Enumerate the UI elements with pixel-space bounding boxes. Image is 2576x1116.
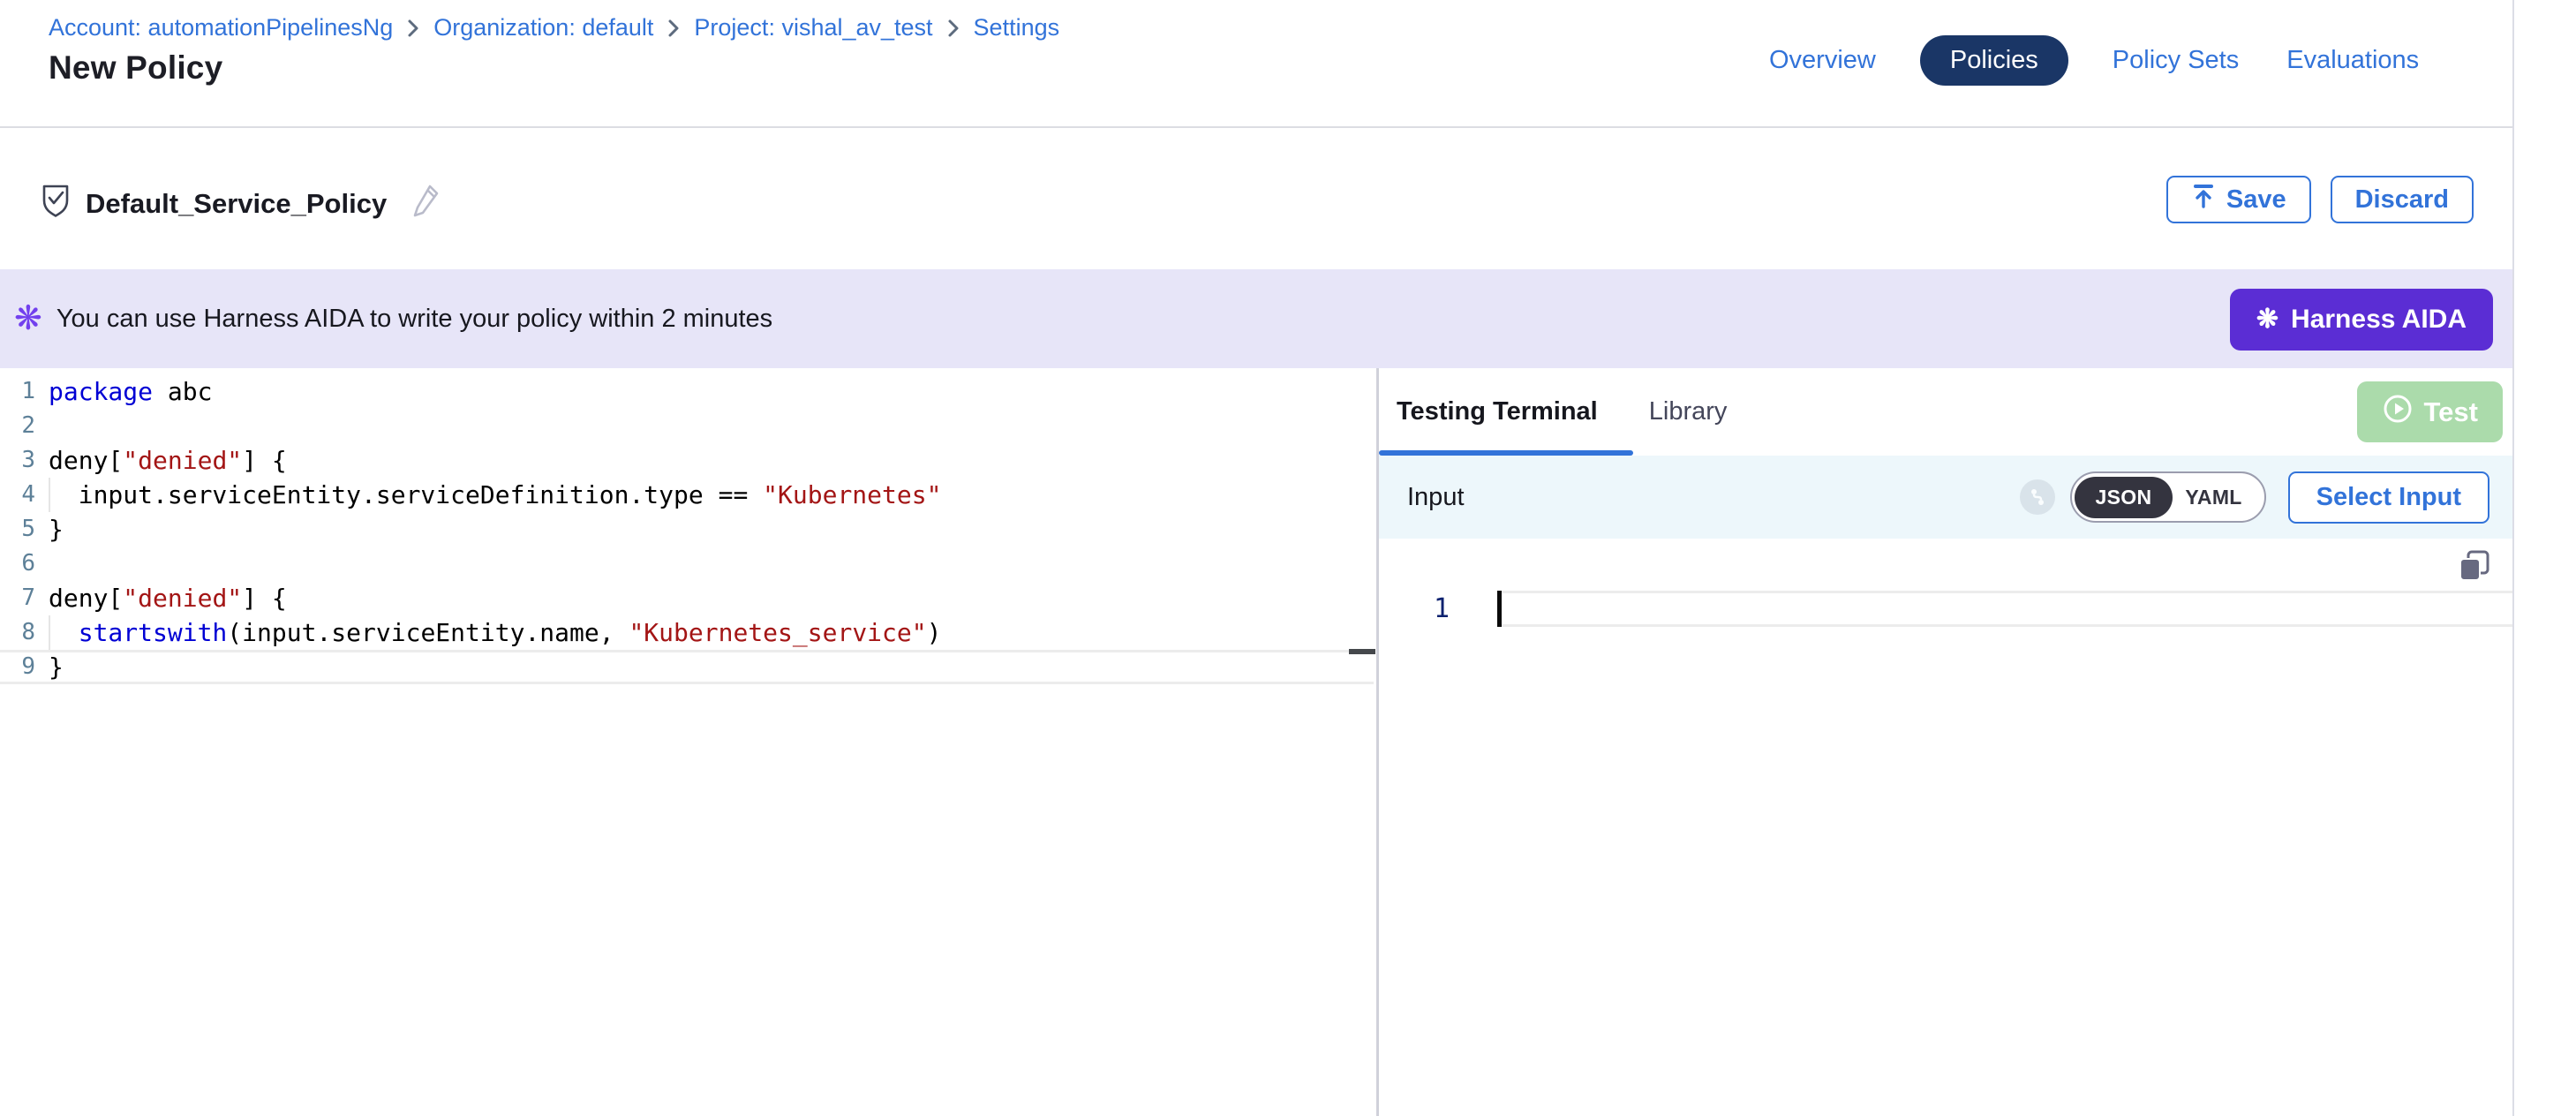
save-button-label: Save — [2226, 185, 2286, 215]
harness-aida-button-label: Harness AIDA — [2291, 305, 2467, 335]
aida-flower-icon: ❋ — [14, 302, 42, 336]
breadcrumb-organization[interactable]: Organization: default — [433, 14, 653, 41]
breadcrumb-account[interactable]: Account: automationPipelinesNg — [49, 14, 393, 41]
edit-pencil-icon[interactable] — [411, 181, 442, 224]
chevron-right-icon — [667, 19, 680, 38]
code-line-6[interactable]: 6 — [0, 547, 1376, 581]
code-line-4[interactable]: 4 input.serviceEntity.serviceDefinition.… — [0, 478, 1376, 512]
code-text: input.serviceEntity.serviceDefinition.ty… — [35, 478, 941, 512]
aida-banner: ❋ You can use Harness AIDA to write your… — [0, 269, 2512, 368]
new-policy-page: Account: automationPipelinesNg Organizat… — [0, 0, 2576, 1116]
breadcrumb-settings[interactable]: Settings — [974, 14, 1060, 41]
code-text: package abc — [35, 374, 212, 409]
indent-guide — [49, 615, 50, 650]
policy-title-row: Default_Service_Policy Save Discard — [0, 130, 2512, 269]
code-line-3[interactable]: 3 deny["denied"] { — [0, 443, 1376, 478]
discard-button-label: Discard — [2355, 185, 2449, 215]
line-number: 2 — [0, 409, 35, 443]
select-input-button[interactable]: Select Input — [2288, 471, 2489, 524]
testing-tabs-row: Testing Terminal Library Test — [1379, 368, 2512, 456]
code-text: deny["denied"] { — [35, 581, 287, 615]
line-number: 4 — [0, 478, 35, 512]
breadcrumb-project[interactable]: Project: vishal_av_test — [694, 14, 932, 41]
toggle-json[interactable]: JSON — [2075, 477, 2173, 518]
code-text: } — [35, 652, 64, 682]
input-label: Input — [1407, 483, 1465, 512]
input-bar: Input JSON YAML Select Input — [1379, 456, 2512, 539]
line-number: 8 — [0, 615, 35, 650]
code-text — [35, 547, 49, 581]
tab-evaluations[interactable]: Evaluations — [2283, 37, 2422, 84]
current-line-highlight — [1501, 591, 2512, 627]
tab-library[interactable]: Library — [1649, 397, 1728, 426]
code-line-7[interactable]: 7 deny["denied"] { — [0, 581, 1376, 615]
code-text: } — [35, 512, 64, 547]
aida-banner-message: You can use Harness AIDA to write your p… — [56, 305, 772, 334]
chevron-right-icon — [947, 19, 960, 38]
page-right-gutter — [2512, 0, 2576, 1116]
upload-icon — [2191, 183, 2216, 216]
policy-actions: Save Discard — [2166, 176, 2474, 223]
play-circle-icon — [2382, 393, 2414, 432]
page-title: New Policy — [49, 49, 222, 87]
line-number: 3 — [0, 443, 35, 478]
test-button[interactable]: Test — [2357, 381, 2503, 442]
code-line-1[interactable]: 1 package abc — [0, 374, 1376, 409]
input-source-icon — [2020, 479, 2055, 515]
indent-guide — [49, 478, 50, 512]
code-line-9-current[interactable]: 9 } — [0, 650, 1374, 684]
input-editor-line-1[interactable]: 1 — [1379, 591, 2512, 627]
policy-name: Default_Service_Policy — [86, 188, 387, 220]
text-cursor — [1497, 591, 1502, 627]
code-line-2[interactable]: 2 — [0, 409, 1376, 443]
code-text: deny["denied"] { — [35, 443, 287, 478]
chevron-right-icon — [407, 19, 419, 38]
page-header: Account: automationPipelinesNg Organizat… — [0, 0, 2512, 128]
tab-policies[interactable]: Policies — [1920, 35, 2068, 86]
policy-workspace: 1 package abc 2 3 deny["denied"] { 4 inp… — [0, 368, 2512, 1116]
tab-testing-terminal[interactable]: Testing Terminal — [1397, 397, 1598, 426]
copy-icon[interactable] — [2458, 549, 2491, 587]
aida-flower-icon: ❋ — [2256, 306, 2278, 333]
save-button[interactable]: Save — [2166, 176, 2311, 223]
policy-module-nav: Overview Policies Policy Sets Evaluation… — [1766, 35, 2422, 86]
line-number: 6 — [0, 547, 35, 581]
policy-code-editor[interactable]: 1 package abc 2 3 deny["denied"] { 4 inp… — [0, 368, 1376, 1116]
testing-panel: Testing Terminal Library Test Input JSON… — [1379, 368, 2512, 1116]
line-number: 1 — [0, 374, 35, 409]
toggle-yaml[interactable]: YAML — [2173, 477, 2261, 518]
format-toggle: JSON YAML — [2070, 471, 2266, 523]
discard-button[interactable]: Discard — [2331, 176, 2474, 223]
line-number: 7 — [0, 581, 35, 615]
code-text — [35, 409, 49, 443]
code-line-5[interactable]: 5 } — [0, 512, 1376, 547]
line-number: 9 — [0, 652, 35, 682]
test-button-label: Test — [2424, 396, 2478, 428]
line-number: 5 — [0, 512, 35, 547]
overview-ruler-cursor-marker — [1349, 649, 1375, 654]
test-input-editor[interactable]: 1 — [1379, 539, 2512, 1116]
code-text: startswith(input.serviceEntity.name, "Ku… — [35, 615, 941, 650]
breadcrumb: Account: automationPipelinesNg Organizat… — [49, 14, 1059, 41]
tab-overview[interactable]: Overview — [1766, 37, 1879, 84]
harness-aida-button[interactable]: ❋ Harness AIDA — [2230, 289, 2493, 351]
tab-policy-sets[interactable]: Policy Sets — [2109, 37, 2242, 84]
code-line-8[interactable]: 8 startswith(input.serviceEntity.name, "… — [0, 615, 1376, 650]
active-line-number: 1 — [1428, 591, 1455, 627]
policy-shield-icon — [41, 183, 71, 222]
